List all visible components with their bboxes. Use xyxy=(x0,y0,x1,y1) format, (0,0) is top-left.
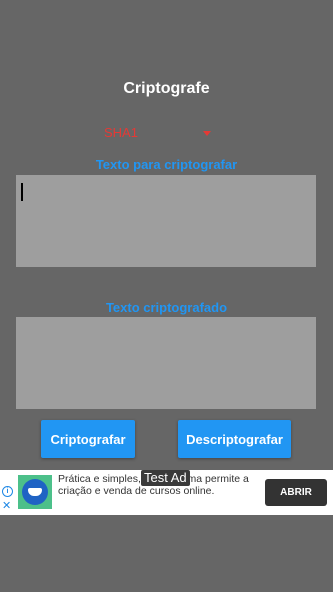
dropdown-arrow-icon xyxy=(203,131,211,136)
ad-open-button[interactable]: ABRIR xyxy=(265,479,327,506)
algorithm-select[interactable]: SHA1 xyxy=(100,122,220,144)
ad-banner[interactable]: i ✕ Prática e simples, a plataforma perm… xyxy=(0,470,333,515)
output-label: Texto criptografado xyxy=(105,300,228,315)
ciphertext-output[interactable] xyxy=(16,317,316,409)
text-cursor xyxy=(21,183,23,201)
test-ad-badge: Test Ad xyxy=(141,470,190,486)
input-label: Texto para criptografar xyxy=(95,157,238,172)
encrypt-button[interactable]: Criptografar xyxy=(41,420,135,458)
ad-close-icon[interactable]: ✕ xyxy=(2,501,11,512)
graduation-cap-icon xyxy=(22,479,48,505)
plaintext-input[interactable] xyxy=(16,175,316,267)
decrypt-button[interactable]: Descriptografar xyxy=(178,420,291,458)
app-title: Criptografe xyxy=(123,80,210,97)
ad-app-logo[interactable] xyxy=(18,475,52,509)
ad-info-icon[interactable]: i xyxy=(2,486,13,497)
algorithm-select-value: SHA1 xyxy=(104,125,138,140)
